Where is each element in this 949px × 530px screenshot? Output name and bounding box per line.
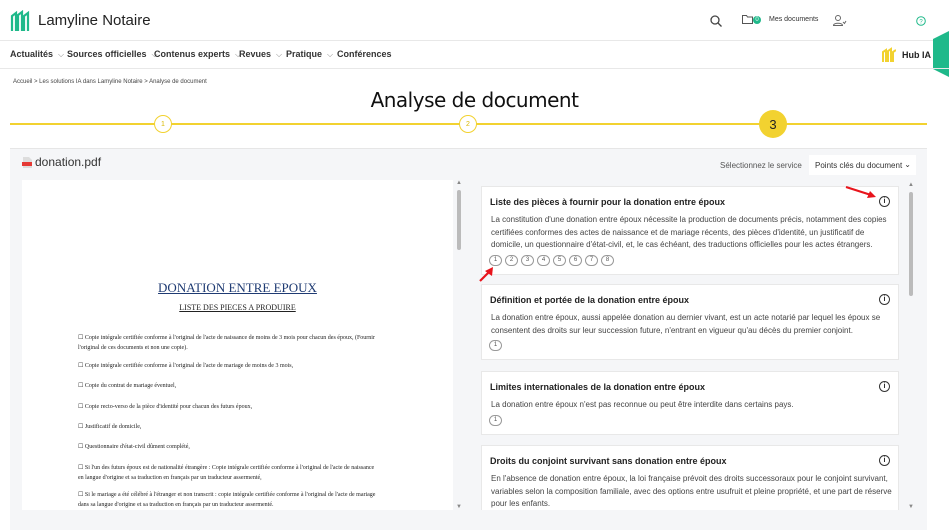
document-scrollbar[interactable]: ▲ ▼ [455,180,463,510]
doc-item: ☐ Copie recto-verso de la pièce d'identi… [78,404,253,410]
file-name: donation.pdf [35,155,102,169]
source-ref[interactable]: 4 [537,255,550,266]
step-3-active[interactable]: 3 [759,110,787,138]
scroll-up-icon[interactable]: ▲ [456,180,462,186]
info-icon[interactable]: i [879,294,890,305]
key-point-card: Limites internationales de la donation e… [481,371,899,435]
doc-item: ☐ Copie du contrat de mariage éventuel, [78,383,177,389]
card-title: Définition et portée de la donation entr… [490,295,690,305]
top-bar: Lamyline Notaire 0 Mes documents ? [0,0,949,41]
hub-ia-button[interactable]: Hub IA [881,47,931,62]
service-label: Sélectionnez le service [720,161,802,170]
nav-conferences[interactable]: Conférences [337,49,392,59]
panel-footer [10,510,927,530]
key-point-card: Définition et portée de la donation entr… [481,284,899,360]
source-ref[interactable]: 7 [585,255,598,266]
hub-ia-icon [882,47,896,62]
key-point-card: Liste des pièces à fournir pour la donat… [481,186,899,275]
annotation-arrow-icon [479,267,493,282]
folder-icon [742,15,753,24]
annotation-arrow-icon [845,185,876,198]
card-title: Liste des pièces à fournir pour la donat… [490,197,726,207]
doc-item: ☐ Justificatif de domicile, [78,424,142,430]
pdf-file-icon [22,157,32,168]
service-select[interactable]: Points clés du document ⌄ [809,155,916,175]
document-preview[interactable]: DONATION ENTRE EPOUX LISTE DES PIECES A … [22,180,453,510]
user-icon[interactable] [833,15,847,26]
service-selected-value: Points clés du document [815,161,903,170]
card-body: La donation entre époux, aussi appelée d… [491,313,881,335]
breadcrumb: Accueil > Les solutions IA dans Lamyline… [13,79,207,85]
info-icon[interactable]: i [879,196,890,207]
scroll-up-icon[interactable]: ▲ [908,182,914,188]
scrollbar-thumb[interactable] [909,192,913,296]
doc-item: ☐ Copie intégrale certifiée conforme à l… [78,363,294,369]
source-references: 1 2 3 4 5 6 7 8 [489,255,614,266]
lamyline-logo-icon [10,10,30,31]
card-body: La donation entre époux n'est pas reconn… [491,400,794,409]
card-title: Limites internationales de la donation e… [490,382,706,392]
chevron-down-icon: ⌄ [904,160,911,169]
source-ref[interactable]: 3 [521,255,534,266]
doc-item: ☐ Questionnaire d'état-civil dûment comp… [78,444,190,450]
nav-pratique[interactable]: Pratique ⌵ [286,49,333,60]
help-icon[interactable]: ? [916,16,926,26]
nav-actualites[interactable]: Actualités ⌵ [10,49,64,60]
step-2[interactable]: 2 [459,115,477,133]
source-ref[interactable]: 1 [489,415,502,426]
doc-item: ☐ Si le mariage a été célébré à l'étrang… [78,492,376,508]
doc-item: ☐ Copie intégrale certifiée conforme à l… [78,335,375,351]
nav-sources-officielles[interactable]: Sources officielles ⌵ [67,49,158,60]
scrollbar-thumb[interactable] [457,190,461,250]
card-body: La constitution d'une donation entre épo… [491,215,887,249]
brand-name[interactable]: Lamyline Notaire [38,12,151,29]
info-icon[interactable]: i [879,455,890,466]
nav-contenus-experts[interactable]: Contenus experts ⌵ [154,49,241,60]
doc-subtitle: LISTE DES PIECES A PRODUIRE [179,303,296,312]
my-documents-button[interactable]: 0 Mes documents [742,15,818,24]
step-1[interactable]: 1 [154,115,172,133]
source-ref[interactable]: 8 [601,255,614,266]
doc-title: DONATION ENTRE EPOUX [158,280,317,295]
key-point-card: Droits du conjoint survivant sans donati… [481,445,899,510]
nav-revues[interactable]: Revues ⌵ [239,49,282,60]
source-ref[interactable]: 6 [569,255,582,266]
my-documents-label: Mes documents [769,16,819,23]
card-title: Droits du conjoint survivant sans donati… [490,456,727,466]
source-ref[interactable]: 5 [553,255,566,266]
key-points-scrollbar[interactable]: ▲ ▼ [906,180,916,510]
page-title: Analyse de document [370,88,579,112]
source-ref[interactable]: 2 [505,255,518,266]
search-icon[interactable] [710,15,722,27]
info-icon[interactable]: i [879,381,890,392]
documents-count-badge: 0 [753,15,761,24]
doc-item: ☐ Si l'un des futurs époux est de nation… [78,465,375,481]
source-ref[interactable]: 1 [489,340,502,351]
main-nav: Actualités ⌵ Sources officielles ⌵ Contenu… [0,41,949,69]
card-body: En l'absence de donation entre époux, la… [491,474,892,508]
